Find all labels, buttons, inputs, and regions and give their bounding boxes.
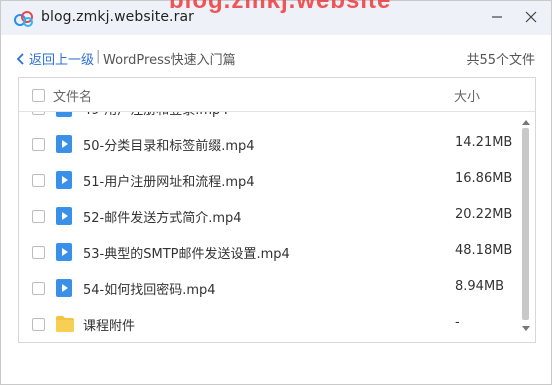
row-checkbox[interactable] [32, 246, 45, 259]
file-name: 53-典型的SMTP邮件发送设置.mp4 [83, 247, 290, 262]
list-item[interactable]: 51-用户注册网址和流程.mp4 16.86MB [19, 162, 517, 198]
video-icon [56, 135, 72, 153]
scroll-down-arrow-icon[interactable] [522, 326, 530, 331]
chevron-left-icon [17, 52, 24, 65]
file-name: 课程附件 [83, 319, 136, 334]
scroll-up-arrow-icon[interactable] [522, 120, 530, 125]
file-size: 16.86MB [455, 171, 513, 186]
row-checkbox[interactable] [32, 282, 45, 295]
column-header-size[interactable]: 大小 [454, 86, 480, 105]
minimize-button[interactable] [487, 7, 507, 27]
watermark-text: blog.zmkj.website [169, 0, 392, 14]
navigation-bar: 返回上一级 | WordPress快速入门篇 共55个文件 [17, 49, 537, 68]
title-bar: blog.zmkj.website.rar blog.zmkj.website [1, 0, 551, 35]
scrollbar-thumb[interactable] [522, 128, 529, 320]
select-all-checkbox[interactable] [32, 89, 45, 102]
back-button[interactable]: 返回上一级 [17, 49, 94, 68]
app-logo-icon [14, 11, 33, 27]
row-checkbox[interactable] [32, 210, 45, 223]
list-item[interactable]: 50-分类目录和标签前缀.mp4 14.21MB [19, 126, 517, 162]
back-label: 返回上一级 [29, 53, 95, 68]
list-item[interactable]: 53-典型的SMTP邮件发送设置.mp4 48.18MB [19, 234, 517, 270]
file-size: - [455, 315, 460, 330]
vertical-scrollbar[interactable] [518, 112, 534, 342]
row-checkbox[interactable] [32, 318, 45, 331]
close-button[interactable] [521, 7, 541, 27]
file-name: 51-用户注册网址和流程.mp4 [83, 175, 255, 190]
file-name: 54-如何找回密码.mp4 [83, 283, 216, 298]
breadcrumb-separator: | [96, 49, 101, 64]
file-name: 50-分类目录和标签前缀.mp4 [83, 139, 255, 154]
row-checkbox[interactable] [32, 174, 45, 187]
file-list: 文件名 大小 49-用户注册和登录.mp4 50-分类目录和标签前缀.mp4 1… [18, 77, 536, 343]
close-icon [525, 11, 537, 23]
file-name: 52-邮件发送方式简介.mp4 [83, 211, 242, 226]
file-count-label: 共55个文件 [466, 53, 535, 68]
video-icon [56, 171, 72, 189]
file-list-header: 文件名 大小 [19, 78, 535, 112]
file-size: 48.18MB [455, 243, 513, 258]
list-item[interactable]: 52-邮件发送方式简介.mp4 20.22MB [19, 198, 517, 234]
video-icon [56, 207, 72, 225]
file-size: 20.22MB [455, 207, 513, 222]
column-header-name[interactable]: 文件名 [53, 86, 92, 105]
row-checkbox[interactable] [32, 138, 45, 151]
breadcrumb-current-folder: WordPress快速入门篇 [103, 53, 236, 68]
file-size: 14.21MB [455, 135, 513, 150]
list-item[interactable]: 54-如何找回密码.mp4 8.94MB [19, 270, 517, 306]
video-icon [56, 279, 72, 297]
list-item[interactable]: 课程附件 - [19, 306, 517, 342]
minimize-icon [492, 16, 502, 18]
file-size: 8.94MB [455, 279, 505, 294]
folder-icon [56, 316, 74, 332]
video-icon [56, 243, 72, 261]
